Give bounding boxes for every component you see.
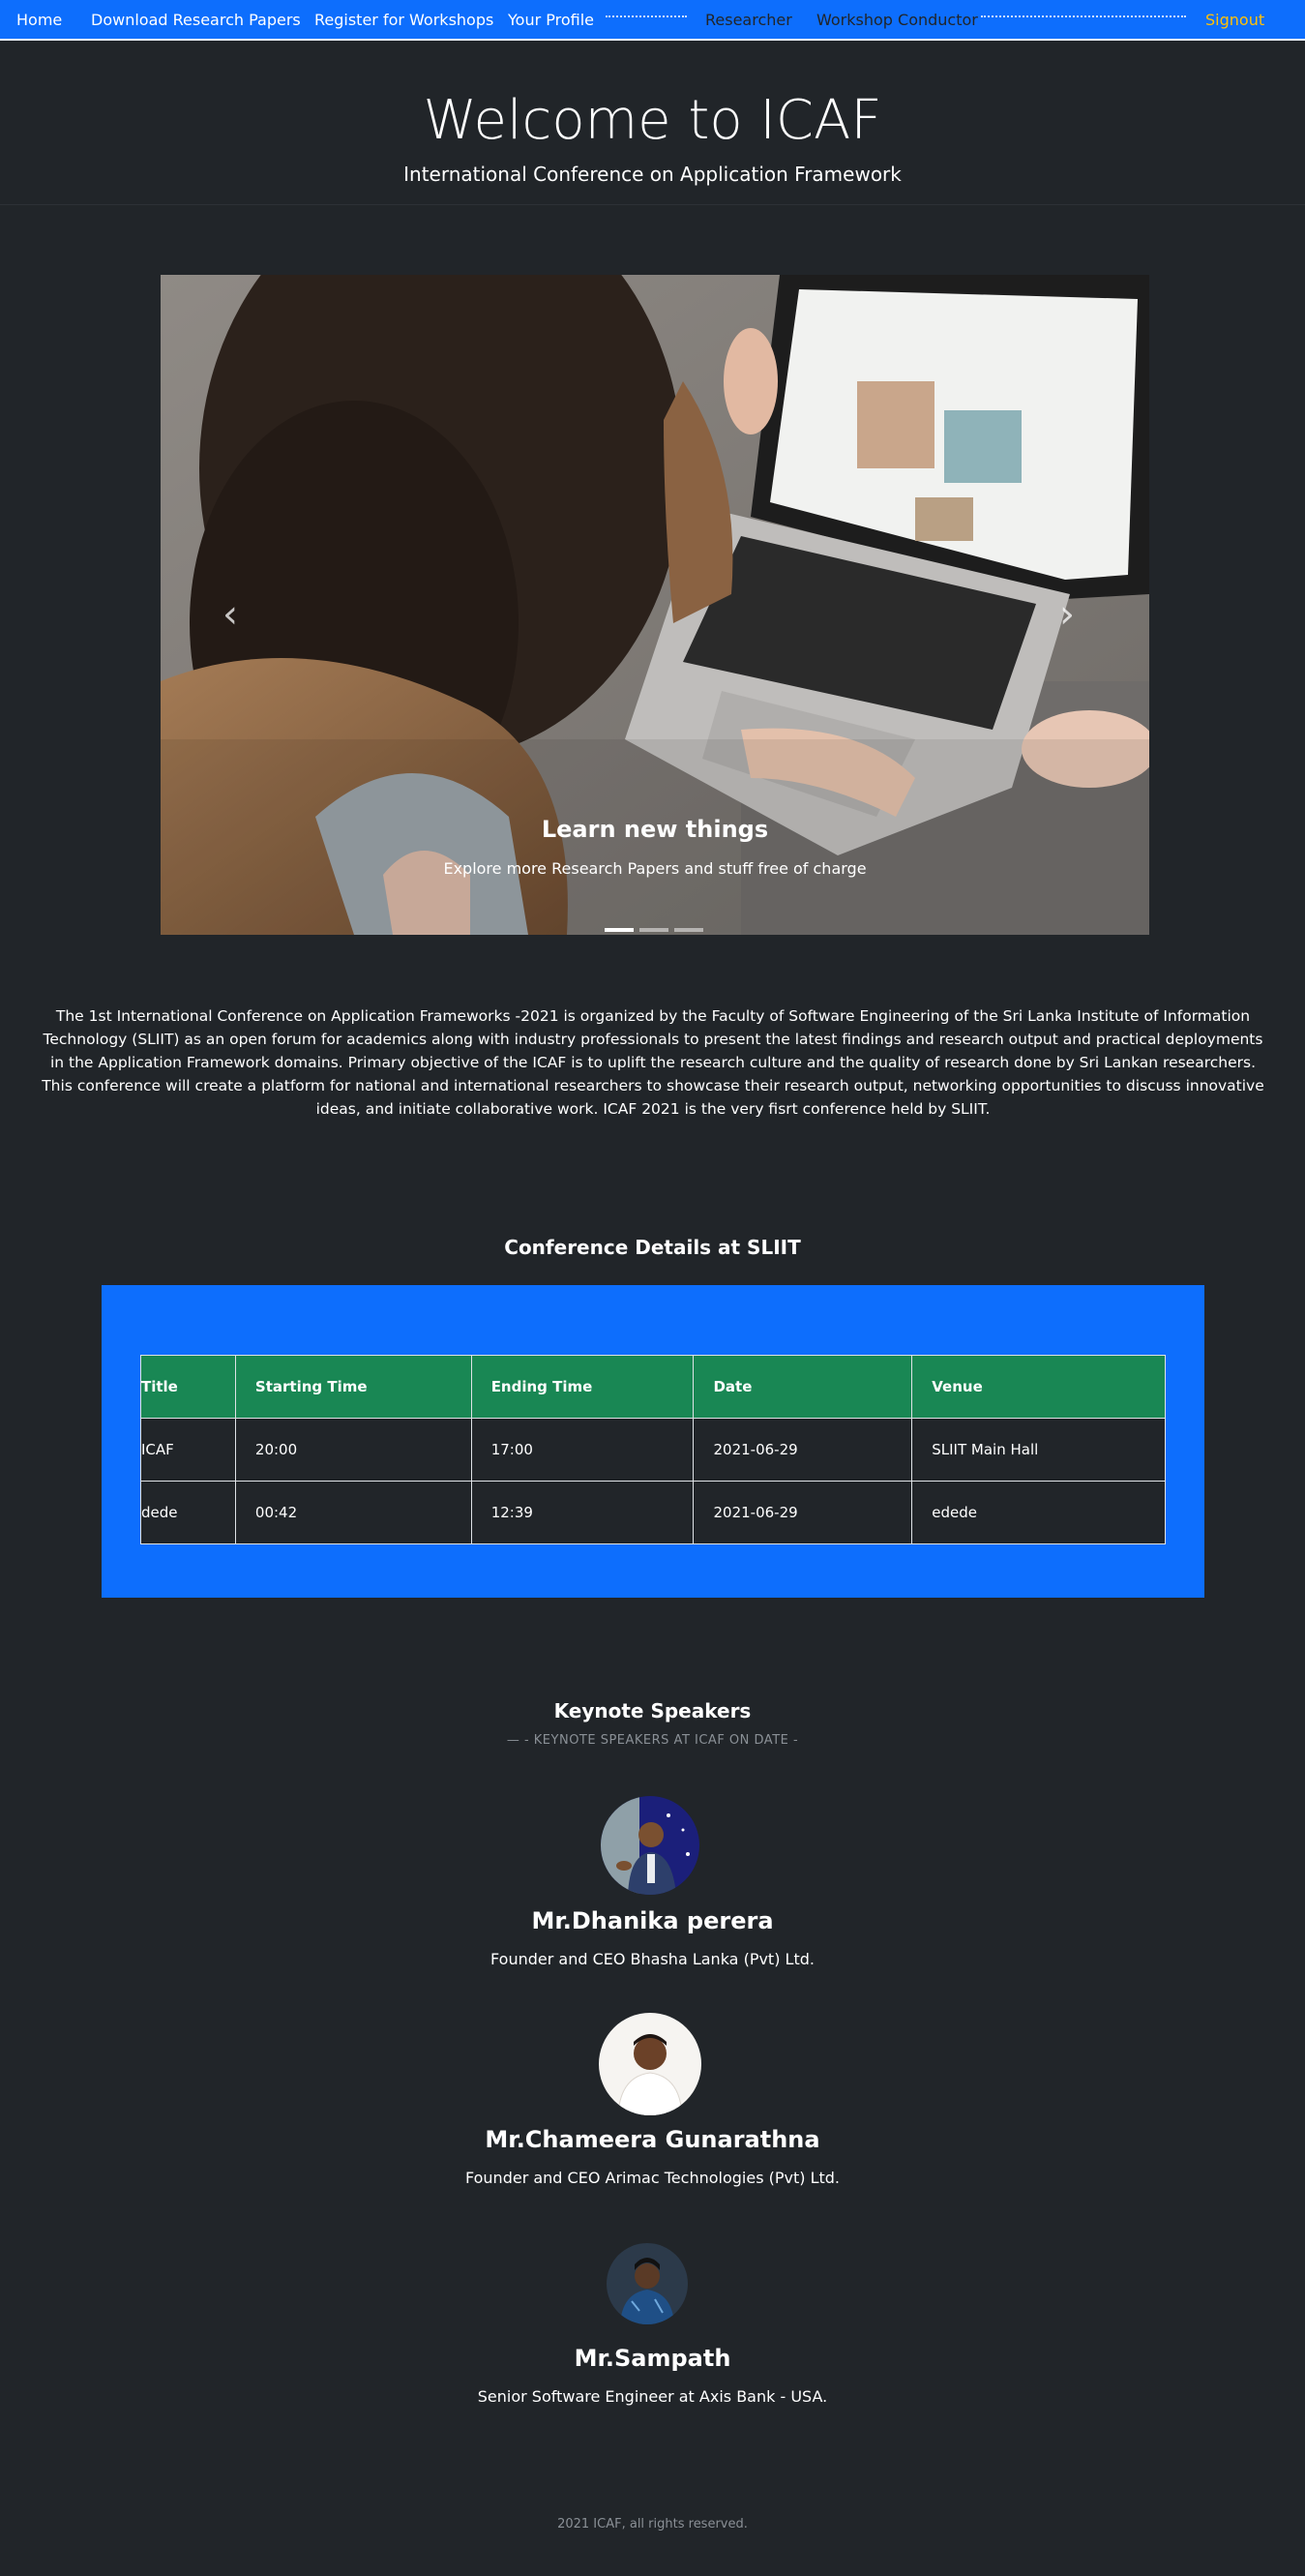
speaker-role: Senior Software Engineer at Axis Bank - … (477, 2387, 828, 2406)
table-row: dede 00:42 12:39 2021-06-29 edede (140, 1481, 1166, 1544)
table-cell: 2021-06-29 (693, 1481, 913, 1544)
carousel-next-icon[interactable]: › (1059, 592, 1088, 641)
nav-register-workshops-link[interactable]: Register for Workshops (314, 11, 493, 29)
conference-details-panel: Title Starting Time Ending Time Date Ven… (102, 1285, 1204, 1598)
hero-title: Welcome to ICAF (423, 89, 882, 152)
table-row: ICAF 20:00 17:00 2021-06-29 SLIIT Main H… (140, 1418, 1166, 1482)
keynote-title: Keynote Speakers (553, 1699, 752, 1722)
table-cell: 20:00 (234, 1418, 472, 1482)
top-navbar: Home Download Research Papers Register f… (0, 0, 1305, 41)
column-header: Starting Time (234, 1355, 472, 1419)
carousel-indicator[interactable] (605, 928, 634, 932)
table-cell: dede (140, 1481, 236, 1544)
speaker-name: Mr.Chameera Gunarathna (485, 2126, 820, 2153)
conference-details-title: Conference Details at SLIIT (504, 1236, 801, 1259)
carousel-indicator[interactable] (639, 928, 668, 932)
keynote-subtitle: — - KEYNOTE SPEAKERS AT ICAF ON DATE - (506, 1733, 799, 1748)
table-header-row: Title Starting Time Ending Time Date Ven… (140, 1355, 1166, 1419)
table-cell: ICAF (140, 1418, 236, 1482)
nav-researcher-link[interactable]: Researcher (705, 11, 792, 29)
table-cell: edede (911, 1481, 1166, 1544)
table-cell: SLIIT Main Hall (911, 1418, 1166, 1482)
nav-download-papers-link[interactable]: Download Research Papers (91, 11, 301, 29)
column-header: Title (140, 1355, 236, 1419)
nav-profile-link[interactable]: Your Profile (508, 11, 594, 29)
intro-paragraph: The 1st International Conference on Appl… (42, 1007, 1264, 1118)
table-cell: 2021-06-29 (693, 1418, 913, 1482)
nav-home-link[interactable]: Home (16, 11, 62, 29)
footer-copyright: 2021 ICAF, all rights reserved. (557, 2517, 748, 2531)
speaker-role: Founder and CEO Arimac Technologies (Pvt… (464, 2169, 840, 2187)
speaker-name: Mr.Dhanika perera (531, 1907, 774, 1934)
signout-link[interactable]: Signout (1205, 11, 1264, 29)
carousel-prev-icon[interactable]: ‹ (222, 592, 252, 641)
nav-workshop-conductor-link[interactable]: Workshop Conductor (816, 11, 978, 29)
column-header: Ending Time (470, 1355, 695, 1419)
speaker-avatar (607, 2243, 688, 2324)
table-cell: 12:39 (470, 1481, 695, 1544)
hero-divider (0, 204, 1305, 205)
speaker-role: Founder and CEO Bhasha Lanka (Pvt) Ltd. (490, 1950, 815, 1968)
speaker-name: Mr.Sampath (574, 2345, 731, 2372)
carousel-indicator[interactable] (674, 928, 703, 932)
speaker-avatar (601, 1796, 699, 1895)
conference-table: Title Starting Time Ending Time Date Ven… (140, 1355, 1166, 1544)
speaker-avatar (599, 2013, 701, 2115)
nav-divider (981, 15, 1186, 17)
table-cell: 00:42 (234, 1481, 472, 1544)
carousel-caption-title: Learn new things (541, 816, 769, 843)
hero-subtitle: International Conference on Application … (403, 163, 902, 186)
table-cell: 17:00 (470, 1418, 695, 1482)
nav-divider (606, 15, 687, 17)
column-header: Venue (911, 1355, 1166, 1419)
column-header: Date (693, 1355, 913, 1419)
carousel-caption-text: Explore more Research Papers and stuff f… (443, 859, 867, 878)
